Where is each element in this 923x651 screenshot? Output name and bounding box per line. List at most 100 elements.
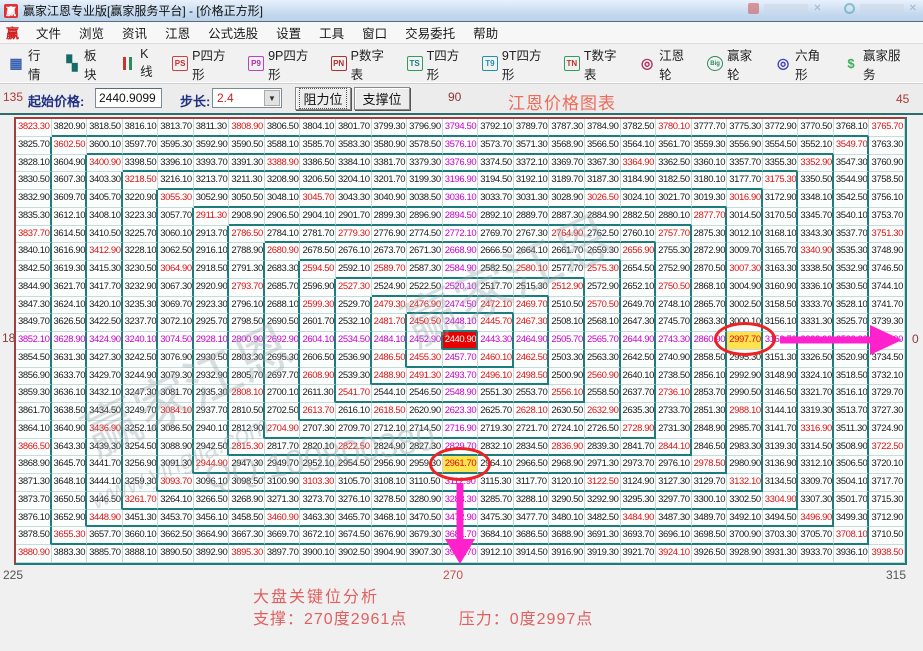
grid-cell[interactable]: 2709.70 — [336, 420, 372, 439]
grid-cell[interactable]: 3492.10 — [727, 509, 763, 528]
grid-cell[interactable]: 3496.90 — [798, 509, 834, 528]
grid-cell[interactable]: 3062.50 — [158, 243, 194, 262]
grid-cell[interactable]: 3643.30 — [51, 438, 88, 457]
grid-cell[interactable]: 3926.50 — [691, 545, 728, 563]
grid-cell[interactable]: 3223.30 — [122, 207, 159, 226]
grid-cell[interactable]: 3902.50 — [336, 545, 372, 563]
grid-cell[interactable]: 2654.50 — [620, 261, 657, 279]
grid-cell[interactable]: 3446.50 — [87, 491, 123, 510]
grid-cell[interactable]: 3415.30 — [87, 261, 123, 279]
grid-cell[interactable]: 3314.50 — [798, 438, 834, 457]
grid-cell[interactable]: 3751.30 — [869, 225, 905, 244]
grid-cell[interactable]: 3631.30 — [51, 349, 88, 368]
grid-cell[interactable]: 3475.30 — [478, 509, 514, 528]
grid-cell[interactable]: 3549.70 — [833, 136, 870, 155]
grid-cell[interactable]: 3708.10 — [833, 527, 870, 546]
grid-cell[interactable]: 3794.50 — [442, 119, 479, 137]
grid-cell[interactable]: 3163.30 — [762, 261, 799, 279]
grid-cell[interactable]: 3292.90 — [584, 491, 621, 510]
grid-cell[interactable]: 3904.90 — [371, 545, 408, 563]
toolbar-item-9t-square[interactable]: T9 9T四方形 — [481, 45, 551, 83]
grid-cell[interactable]: 3576.10 — [442, 136, 479, 155]
grid-cell[interactable]: 3777.70 — [691, 119, 728, 137]
grid-cell[interactable]: 3818.50 — [87, 119, 123, 137]
grid-cell[interactable]: 2803.30 — [229, 349, 265, 368]
grid-cell[interactable]: 2644.90 — [620, 332, 657, 350]
grid-cell[interactable]: 3590.50 — [229, 136, 265, 155]
grid-cell[interactable]: 3391.30 — [229, 154, 265, 173]
grid-cell[interactable]: 2928.10 — [193, 332, 230, 350]
grid-cell[interactable]: 3448.90 — [87, 509, 123, 528]
grid-cell[interactable]: 3331.30 — [798, 314, 834, 333]
step-dropdown[interactable]: 2.4 ▼ — [212, 88, 282, 108]
grid-cell[interactable]: 3741.70 — [869, 296, 905, 315]
grid-cell[interactable]: 3000.10 — [727, 314, 763, 333]
grid-cell[interactable]: 3278.50 — [371, 491, 408, 510]
grid-cell[interactable]: 2829.70 — [442, 438, 479, 457]
grid-cell[interactable]: 2904.10 — [300, 207, 337, 226]
grid-cell[interactable]: 2594.50 — [300, 261, 337, 279]
menu-item-gann[interactable]: 江恩 — [156, 21, 199, 44]
grid-cell[interactable]: 3256.90 — [122, 456, 159, 475]
grid-cell[interactable]: 3664.90 — [193, 527, 230, 546]
grid-cell[interactable]: 3854.50 — [16, 349, 52, 368]
grid-cell[interactable]: 3477.70 — [513, 509, 550, 528]
grid-cell[interactable]: 2851.30 — [691, 403, 728, 421]
grid-cell[interactable]: 2769.70 — [478, 225, 514, 244]
grid-cell[interactable]: 3868.90 — [16, 456, 52, 475]
grid-cell[interactable]: 2990.50 — [727, 385, 763, 404]
grid-cell[interactable]: 2628.10 — [513, 403, 550, 421]
start-price-input[interactable] — [95, 88, 162, 108]
grid-cell[interactable]: 3765.70 — [869, 119, 905, 137]
grid-cell[interactable]: 3235.30 — [122, 296, 159, 315]
grid-cell[interactable]: 3300.10 — [691, 491, 728, 510]
grid-cell[interactable]: 3199.30 — [407, 172, 443, 191]
grid-cell[interactable]: 3444.10 — [87, 474, 123, 492]
grid-cell[interactable]: 3122.50 — [584, 474, 621, 492]
grid-cell[interactable]: 3525.70 — [833, 314, 870, 333]
grid-cell[interactable]: 2786.50 — [229, 225, 265, 244]
grid-cell[interactable]: 2452.90 — [407, 332, 443, 350]
grid-cell[interactable]: 2772.10 — [442, 225, 479, 244]
grid-cell[interactable]: 3619.30 — [51, 261, 88, 279]
grid-cell[interactable]: 2959.30 — [407, 456, 443, 475]
grid-cell[interactable]: 3225.70 — [122, 225, 159, 244]
grid-cell[interactable]: 3621.70 — [51, 278, 88, 297]
grid-cell[interactable]: 2952.10 — [300, 456, 337, 475]
grid-cell[interactable]: 3295.30 — [620, 491, 657, 510]
grid-cell[interactable]: 2563.30 — [584, 349, 621, 368]
grid-cell[interactable]: 3828.10 — [16, 154, 52, 173]
grid-cell[interactable]: 3571.30 — [513, 136, 550, 155]
grid-cell[interactable]: 3045.70 — [300, 190, 337, 208]
grid-cell[interactable]: 3585.70 — [300, 136, 337, 155]
grid-cell[interactable]: 3189.70 — [549, 172, 585, 191]
grid-cell[interactable]: 2992.90 — [727, 367, 763, 386]
grid-cell[interactable]: 2474.50 — [442, 296, 479, 315]
grid-cell[interactable]: 3208.90 — [264, 172, 301, 191]
grid-cell[interactable]: 2546.50 — [407, 385, 443, 404]
grid-cell[interactable]: 2824.90 — [371, 438, 408, 457]
grid-cell[interactable]: 3410.50 — [87, 225, 123, 244]
grid-cell[interactable]: 3715.30 — [869, 491, 905, 510]
grid-cell[interactable]: 3607.30 — [51, 172, 88, 191]
grid-cell[interactable]: 2464.90 — [513, 332, 550, 350]
grid-cell[interactable]: 3165.70 — [762, 243, 799, 262]
grid-cell[interactable]: 2976.10 — [656, 456, 692, 475]
grid-cell[interactable]: 2472.10 — [478, 296, 514, 315]
grid-cell[interactable]: 3432.10 — [87, 385, 123, 404]
grid-cell[interactable]: 3897.70 — [264, 545, 301, 563]
grid-cell[interactable]: 2601.70 — [300, 314, 337, 333]
grid-cell[interactable]: 2796.10 — [229, 296, 265, 315]
chevron-down-icon[interactable]: ▼ — [264, 90, 280, 106]
grid-cell[interactable]: 3518.50 — [833, 367, 870, 386]
toolbar-item-gann-wheel[interactable]: ◎ 江恩轮 — [639, 45, 694, 83]
grid-cell[interactable]: 3100.90 — [264, 474, 301, 492]
grid-cell[interactable]: 3501.70 — [833, 491, 870, 510]
grid-cell[interactable]: 3825.70 — [16, 136, 52, 155]
grid-cell[interactable]: 3280.90 — [407, 491, 443, 510]
menu-item-formula-stock-pick[interactable]: 公式选股 — [199, 21, 267, 44]
grid-cell[interactable]: 3638.50 — [51, 403, 88, 421]
grid-cell[interactable]: 3412.90 — [87, 243, 123, 262]
grid-cell[interactable]: 2479.30 — [371, 296, 408, 315]
grid-cell[interactable]: 3933.70 — [798, 545, 834, 563]
